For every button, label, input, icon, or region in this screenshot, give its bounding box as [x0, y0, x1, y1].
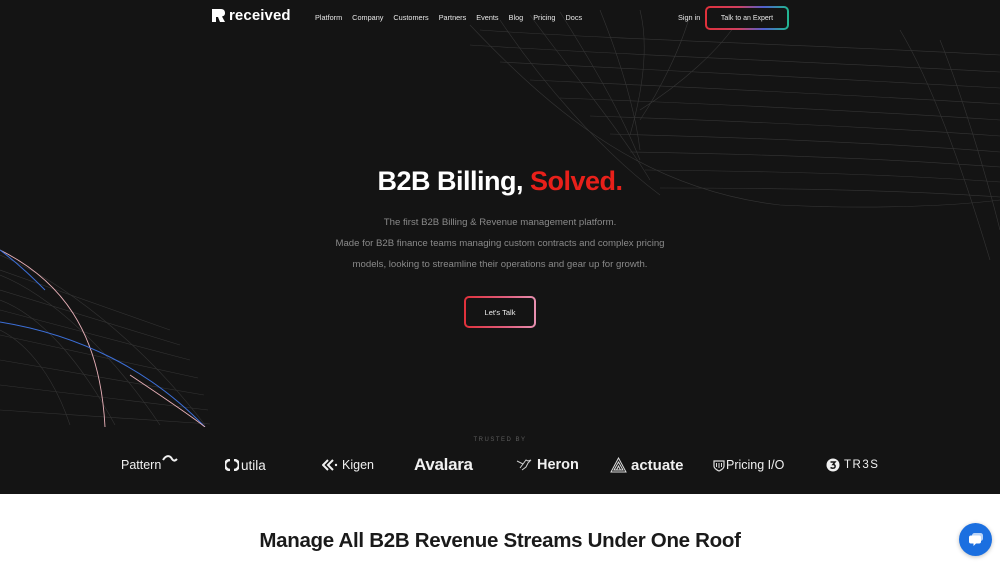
received-logo-icon [212, 9, 225, 22]
sign-in-link[interactable]: Sign in [678, 13, 700, 22]
customer-logo-actuate: actuate [610, 455, 684, 475]
customer-logo-utila: utila [225, 455, 266, 475]
nav-link-docs[interactable]: Docs [566, 13, 583, 22]
nav-link-platform[interactable]: Platform [315, 13, 342, 22]
actuate-name: actuate [631, 456, 684, 474]
nav-links: Platform Company Customers Partners Even… [315, 13, 592, 22]
customer-logo-heron: Heron [516, 455, 579, 475]
pattern-name: Pattern [121, 458, 162, 472]
trusted-by-label: TRUSTED BY [473, 437, 527, 443]
pricingio-name: Pricing I/O [726, 458, 785, 472]
customer-logo-pattern: Pattern [121, 455, 179, 475]
nav-link-customers[interactable]: Customers [393, 13, 428, 22]
top-navigation: received Platform Company Customers Part… [0, 0, 1000, 36]
hero-subtitle-line-1: The first B2B Billing & Revenue manageme… [383, 217, 617, 228]
heron-name: Heron [537, 457, 579, 473]
kigen-name: Kigen [342, 458, 374, 472]
nav-link-events[interactable]: Events [476, 13, 498, 22]
hero-headline: B2B Billing, Solved. [0, 166, 1000, 197]
nav-link-partners[interactable]: Partners [439, 13, 467, 22]
talk-to-expert-label: Talk to an Expert [707, 8, 787, 28]
customer-logo-kigen: Kigen [322, 455, 374, 475]
lets-talk-label: Let's Talk [466, 298, 534, 326]
pricingio-shield-icon [713, 459, 725, 472]
pattern-wave-icon [162, 455, 179, 462]
tres-badge-icon [826, 458, 840, 472]
headline-accent: Solved. [529, 166, 623, 196]
features-section: Manage All B2B Revenue Streams Under One… [0, 494, 1000, 563]
utila-ring-icon [225, 459, 239, 471]
utila-name: utila [241, 457, 266, 473]
wireframe-background [0, 9, 1000, 427]
nav-link-company[interactable]: Company [352, 13, 383, 22]
trusted-by-section: TRUSTED BY Pattern utila Kigen Avalara H… [0, 427, 1000, 494]
chat-bubble-icon [968, 533, 983, 546]
hero-section: received Platform Company Customers Part… [0, 0, 1000, 427]
kigen-chevrons-icon [322, 459, 338, 471]
section-title: Manage All B2B Revenue Streams Under One… [259, 529, 741, 552]
chat-widget-button[interactable] [959, 523, 992, 556]
customer-logo-avalara: Avalara [414, 455, 473, 475]
hero-subtitle-line-2: Made for B2B finance teams managing cust… [335, 238, 665, 249]
customer-logo-pricingio: Pricing I/O [713, 455, 784, 475]
actuate-triangle-icon [610, 457, 627, 473]
brand-name: received [229, 7, 291, 24]
avalara-wordmark: Avalara [414, 455, 473, 474]
talk-to-expert-button[interactable]: Talk to an Expert [705, 6, 789, 30]
brand-logo[interactable]: received [211, 7, 291, 24]
nav-link-pricing[interactable]: Pricing [533, 13, 555, 22]
lets-talk-button[interactable]: Let's Talk [464, 296, 536, 328]
headline-main: B2B Billing, [377, 166, 530, 196]
nav-link-blog[interactable]: Blog [509, 13, 524, 22]
heron-bird-icon [516, 459, 532, 471]
customer-logo-tres: TR3S [826, 455, 879, 475]
tres-name: TR3S [844, 459, 880, 471]
hero-subtitle-line-3: models, looking to streamline their oper… [352, 259, 648, 270]
